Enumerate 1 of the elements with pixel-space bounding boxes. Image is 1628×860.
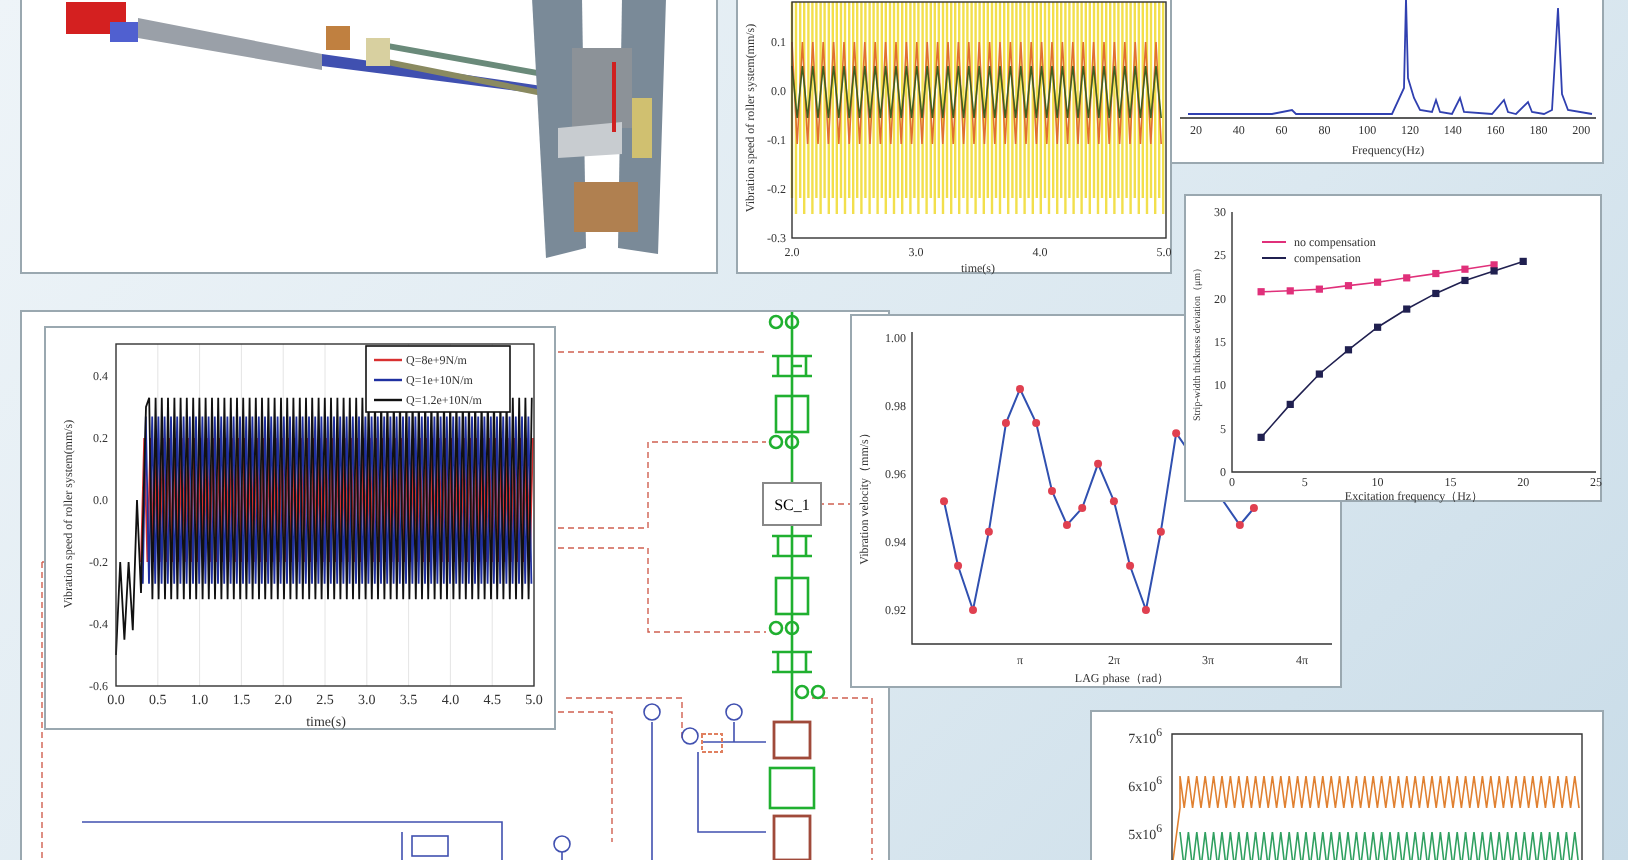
subsystem-block: SC_1 bbox=[762, 482, 822, 526]
